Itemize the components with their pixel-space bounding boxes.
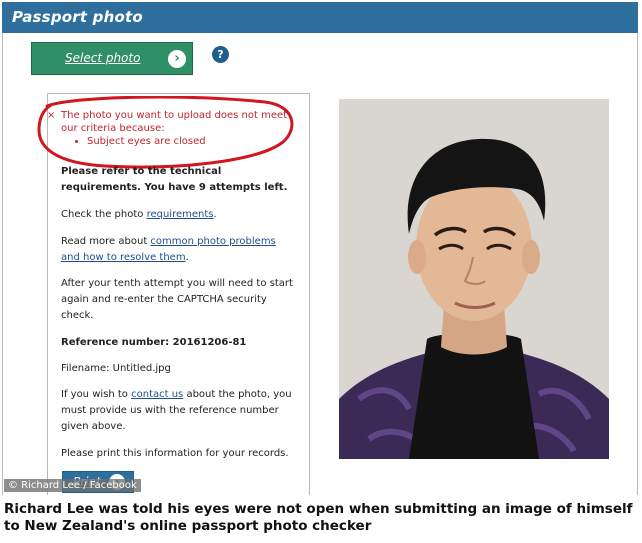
contact-prefix: If you wish to [61, 389, 132, 400]
tenth-attempt-note: After your tenth attempt you will need t… [61, 278, 293, 321]
reference-number: Reference number: 20161206-81 [61, 337, 247, 348]
error-reason: Subject eyes are closed [87, 135, 301, 148]
read-more-line: Read more about common photo problems an… [61, 234, 296, 266]
chevron-right-icon: › [168, 50, 186, 68]
requirements-link[interactable]: requirements [147, 209, 214, 220]
check-prefix: Check the photo [61, 209, 147, 220]
error-reason-text: Subject eyes are closed [87, 136, 206, 147]
read-suffix: . [185, 252, 189, 263]
frame-border-left [2, 33, 3, 495]
photo-credit: © Richard Lee / Facebook [4, 479, 141, 492]
contact-us-link[interactable]: contact us [131, 389, 183, 400]
title-bar: Passport photo [2, 2, 638, 33]
select-photo-button[interactable]: Select photo › [31, 42, 193, 75]
read-prefix: Read more about [61, 236, 151, 247]
check-suffix: . [213, 209, 217, 220]
error-reasons: Subject eyes are closed [61, 135, 301, 148]
article-caption: Richard Lee was told his eyes were not o… [4, 501, 633, 534]
error-icon: × [47, 110, 56, 121]
help-icon[interactable]: ? [212, 46, 229, 63]
error-message: × The photo you want to upload does not … [47, 109, 301, 148]
error-text: The photo you want to upload does not me… [61, 110, 288, 134]
print-note: Please print this information for your r… [61, 448, 289, 459]
requirements-note: Please refer to the technical requiremen… [61, 166, 288, 193]
page-title: Passport photo [12, 8, 143, 26]
passport-photo-preview [339, 99, 609, 459]
filename: Filename: Untitled.jpg [61, 363, 171, 374]
passport-photo-page: Passport photo Select photo › ? × The ph… [0, 0, 640, 497]
frame-border-right [637, 33, 638, 495]
select-photo-label: Select photo [65, 51, 141, 65]
contact-line: If you wish to contact us about the phot… [61, 387, 296, 435]
check-requirements-line: Check the photo requirements. [61, 207, 296, 223]
